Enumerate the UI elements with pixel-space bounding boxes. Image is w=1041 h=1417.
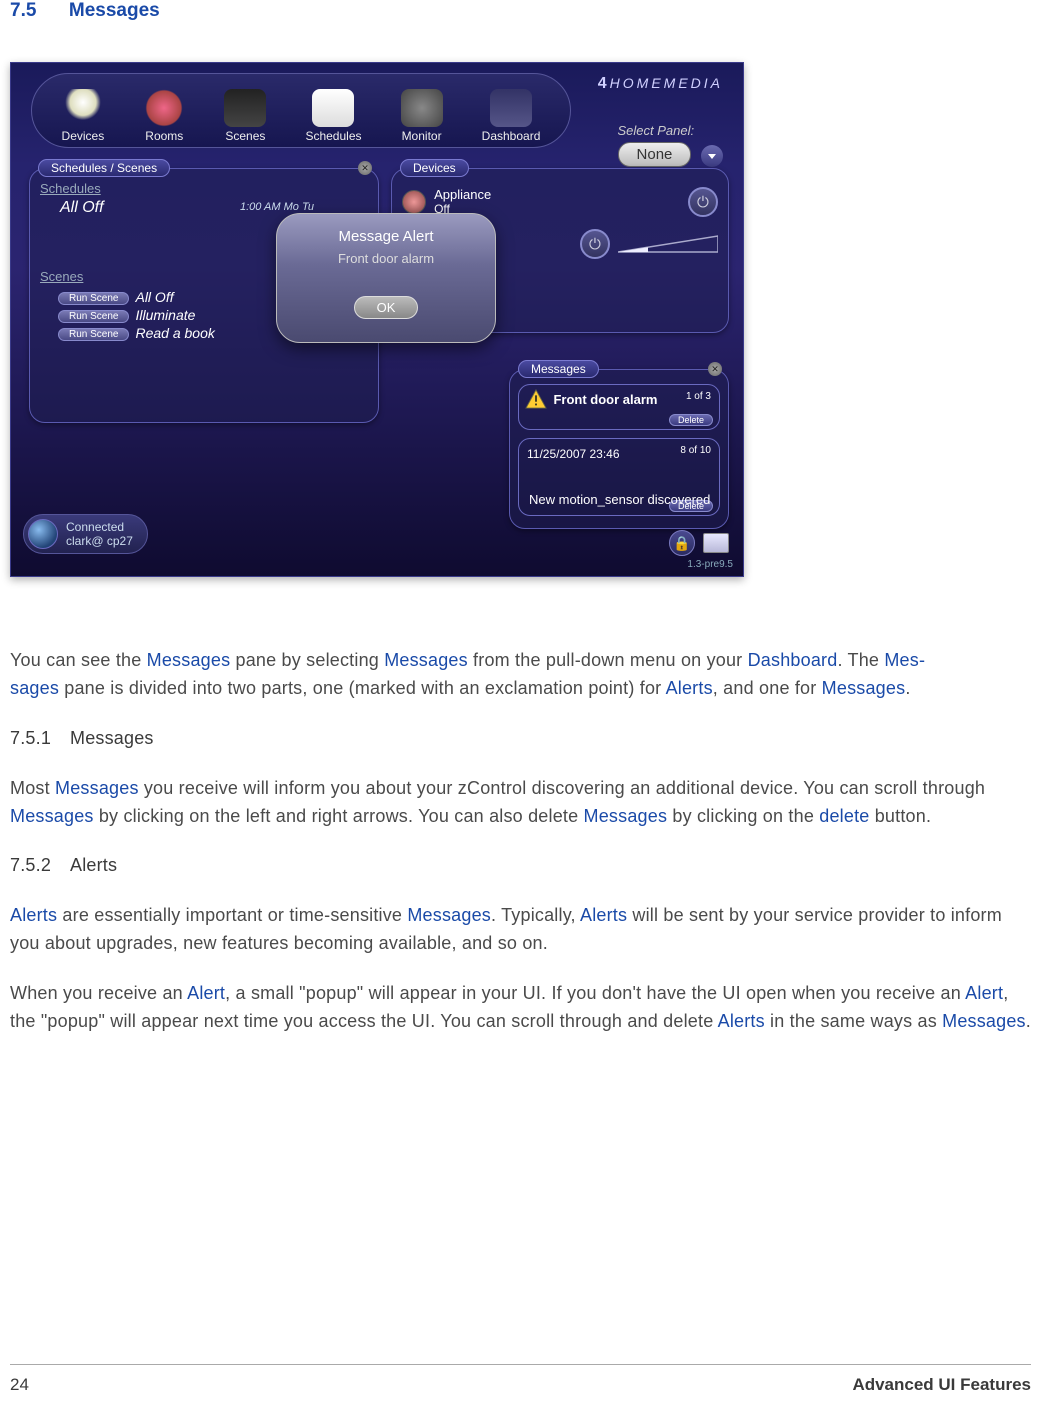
scenes-header: Scenes	[40, 269, 83, 284]
power-button[interactable]	[580, 229, 610, 259]
section-heading: 7.5 Messages	[10, 0, 1031, 22]
app-screenshot: 4HOMEMEDIA Select Panel: None Devices Ro…	[10, 62, 744, 577]
subsection-heading: 7.5.2Alerts	[10, 852, 1031, 880]
message-timestamp: 11/25/2007 23:46	[527, 447, 620, 461]
run-scene-button[interactable]: Run Scene	[58, 292, 129, 305]
messages-panel: Messages ✕ Front door alarm 1 of 3 Delet…	[509, 369, 729, 529]
version-label: 1.3-pre9.5	[687, 559, 733, 570]
schedule-time: 1:00 AM Mo Tu	[240, 201, 314, 213]
toolbar-rooms[interactable]: Rooms	[143, 89, 185, 143]
alert-card: Front door alarm 1 of 3 Delete	[518, 384, 720, 430]
appliance-icon	[402, 190, 426, 214]
lock-icon[interactable]: 🔒	[669, 530, 695, 556]
laptop-icon[interactable]	[703, 533, 729, 553]
paragraph: You can see the Messages pane by selecti…	[10, 647, 1031, 703]
toolbar-scenes[interactable]: Scenes	[224, 89, 266, 143]
status-line: Connected	[66, 520, 133, 534]
panel-title: Devices	[400, 159, 469, 177]
alert-popup: Message Alert Front door alarm OK	[276, 213, 496, 343]
toolbar-schedules[interactable]: Schedules	[305, 89, 361, 143]
paragraph: Alerts are essentially important or time…	[10, 902, 1031, 958]
camera-icon	[401, 89, 443, 127]
calendar-icon	[312, 89, 354, 127]
brand-logo: 4HOMEMEDIA	[598, 75, 723, 93]
message-count: 8 of 10	[680, 445, 711, 456]
select-panel-dropdown-icon[interactable]	[701, 145, 723, 167]
toolbar-monitor[interactable]: Monitor	[401, 89, 443, 143]
toolbar-devices[interactable]: Devices	[62, 89, 105, 143]
warning-icon	[525, 389, 547, 409]
chapter-label: Advanced UI Features	[852, 1375, 1031, 1395]
dimmer-slider[interactable]	[618, 234, 718, 254]
dashboard-icon	[490, 89, 532, 127]
ok-button[interactable]: OK	[354, 296, 419, 319]
subsection-heading: 7.5.1Messages	[10, 725, 1031, 753]
run-scene-button[interactable]: Run Scene	[58, 328, 129, 341]
close-icon[interactable]: ✕	[708, 362, 722, 376]
panel-title: Schedules / Scenes	[38, 159, 170, 177]
popup-message: Front door alarm	[287, 251, 485, 266]
schedule-row[interactable]: All Off	[60, 199, 104, 217]
paragraph: When you receive an Alert, a small "popu…	[10, 980, 1031, 1036]
run-scene-button[interactable]: Run Scene	[58, 310, 129, 323]
close-icon[interactable]: ✕	[358, 161, 372, 175]
power-button[interactable]	[688, 187, 718, 217]
page-footer: 24 Advanced UI Features	[10, 1364, 1031, 1395]
scene-row: Run SceneAll Off	[58, 289, 215, 305]
section-title: Messages	[69, 0, 160, 21]
house-icon	[143, 89, 185, 127]
bulb-icon	[62, 89, 104, 127]
message-card: 11/25/2007 23:46 8 of 10 Delete New moti…	[518, 438, 720, 516]
connection-status[interactable]: Connected clark@ cp27	[23, 514, 148, 554]
delete-button[interactable]: Delete	[669, 414, 713, 426]
paragraph: Most Messages you receive will inform yo…	[10, 775, 1031, 831]
alert-count: 1 of 3	[686, 391, 711, 402]
scene-row: Run SceneIlluminate	[58, 307, 215, 323]
status-user: clark@ cp27	[66, 534, 133, 548]
globe-icon	[28, 519, 58, 549]
schedules-header: Schedules	[40, 181, 101, 196]
clapper-icon	[224, 89, 266, 127]
alert-title: Front door alarm	[553, 392, 657, 407]
panel-title: Messages	[518, 360, 599, 378]
select-panel-value[interactable]: None	[618, 142, 692, 167]
popup-title: Message Alert	[287, 228, 485, 245]
body-text: You can see the Messages pane by selecti…	[10, 647, 1031, 1036]
main-toolbar: Devices Rooms Scenes Schedules Monitor D…	[31, 73, 571, 148]
scene-row: Run SceneRead a book	[58, 325, 215, 341]
section-number: 7.5	[10, 0, 36, 21]
toolbar-dashboard[interactable]: Dashboard	[482, 89, 541, 143]
select-panel-label: Select Panel:	[618, 123, 723, 138]
page-number: 24	[10, 1375, 29, 1395]
message-body: New motion_sensor discovered	[529, 492, 710, 507]
select-panel: Select Panel: None	[618, 123, 723, 167]
